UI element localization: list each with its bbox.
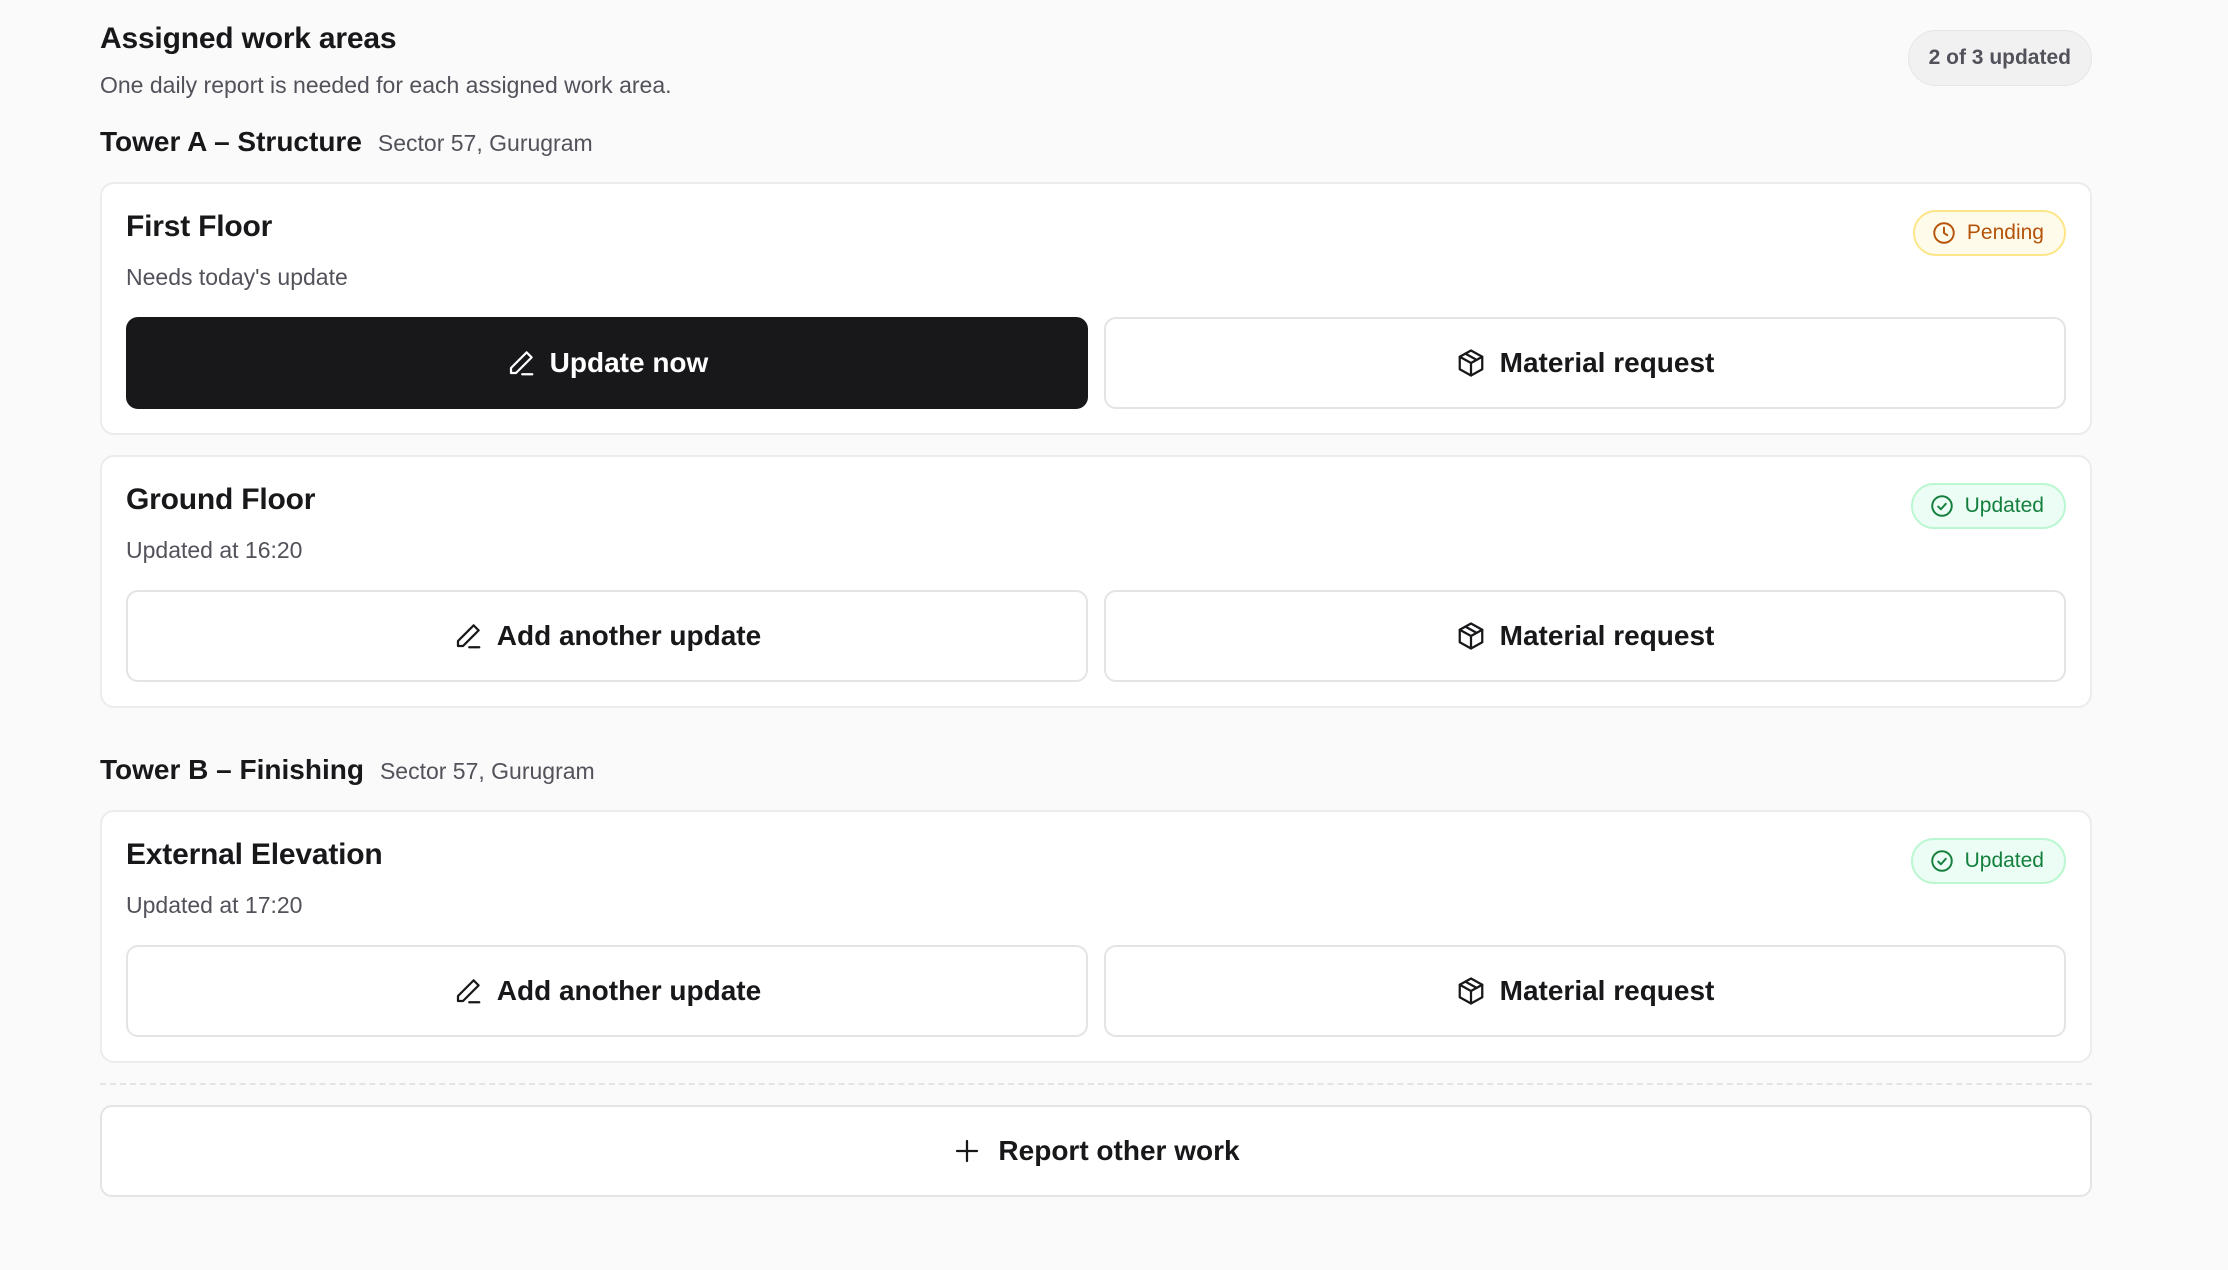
work-area-title: First Floor — [126, 210, 273, 243]
package-icon — [1458, 622, 1483, 650]
divider — [100, 1083, 2092, 1085]
button-label: Material request — [1499, 975, 1715, 1006]
status-badge: Updated — [1910, 483, 2066, 529]
work-area-card: First Floor Needs today's update Pending… — [100, 182, 2092, 435]
button-label: Add another update — [496, 620, 762, 651]
status-label: Updated — [1964, 494, 2044, 517]
status-badge: Updated — [1910, 838, 2066, 884]
work-group: Tower A – Structure Sector 57, Gurugram … — [100, 124, 2092, 708]
plus-icon — [956, 1139, 979, 1163]
status-label: Updated — [1964, 849, 2044, 872]
button-label: Add another update — [496, 975, 762, 1006]
check-circle-icon — [1930, 495, 1953, 517]
material-request-button[interactable]: Material request — [1104, 590, 2066, 682]
material-request-button[interactable]: Material request — [1104, 945, 2066, 1037]
group-location: Sector 57, Gurugram — [377, 130, 593, 156]
pencil-icon — [456, 624, 481, 649]
group-location: Sector 57, Gurugram — [379, 758, 595, 784]
card-actions: Add another update Material request — [126, 945, 2066, 1037]
status-label: Pending — [1966, 221, 2044, 244]
work-area-card: External Elevation Updated at 17:20 Upda… — [100, 810, 2092, 1063]
group-name: Tower A – Structure — [100, 126, 362, 157]
work-area-title: Ground Floor — [126, 483, 316, 516]
work-areas-panel: Assigned work areas One daily report is … — [100, 0, 2092, 1197]
work-group: Tower B – Finishing Sector 57, Gurugram … — [100, 752, 2092, 1063]
report-other-work-button[interactable]: Report other work — [100, 1105, 2092, 1197]
pencil-icon — [509, 351, 534, 376]
add-another-update-button[interactable]: Add another update — [126, 590, 1088, 682]
group-header: Tower B – Finishing Sector 57, Gurugram — [100, 752, 2092, 810]
add-another-update-button[interactable]: Add another update — [126, 945, 1088, 1037]
button-label: Material request — [1499, 347, 1715, 378]
work-area-card: Ground Floor Updated at 16:20 Updated Ad… — [100, 455, 2092, 708]
panel-header: Assigned work areas One daily report is … — [100, 0, 2092, 124]
work-area-meta: Needs today's update — [126, 264, 348, 290]
card-actions: Update now Material request — [126, 317, 2066, 409]
group-name: Tower B – Finishing — [100, 754, 364, 785]
group-header: Tower A – Structure Sector 57, Gurugram — [100, 124, 2092, 182]
package-icon — [1458, 349, 1483, 377]
card-actions: Add another update Material request — [126, 590, 2066, 682]
clock-icon — [1933, 222, 1955, 244]
work-area-meta: Updated at 16:20 — [126, 537, 303, 563]
material-request-button[interactable]: Material request — [1104, 317, 2066, 409]
page-subtitle: One daily report is needed for each assi… — [100, 72, 672, 98]
package-icon — [1458, 977, 1483, 1005]
update-now-button[interactable]: Update now — [126, 317, 1088, 409]
work-area-meta: Updated at 17:20 — [126, 892, 303, 918]
check-circle-icon — [1930, 850, 1953, 872]
button-label: Report other work — [998, 1135, 1240, 1166]
work-area-title: External Elevation — [126, 838, 383, 871]
page-title: Assigned work areas — [100, 22, 397, 55]
pencil-icon — [456, 979, 481, 1004]
status-badge: Pending — [1912, 210, 2066, 256]
button-label: Update now — [549, 347, 709, 378]
progress-badge: 2 of 3 updated — [1907, 30, 2092, 86]
button-label: Material request — [1499, 620, 1715, 651]
